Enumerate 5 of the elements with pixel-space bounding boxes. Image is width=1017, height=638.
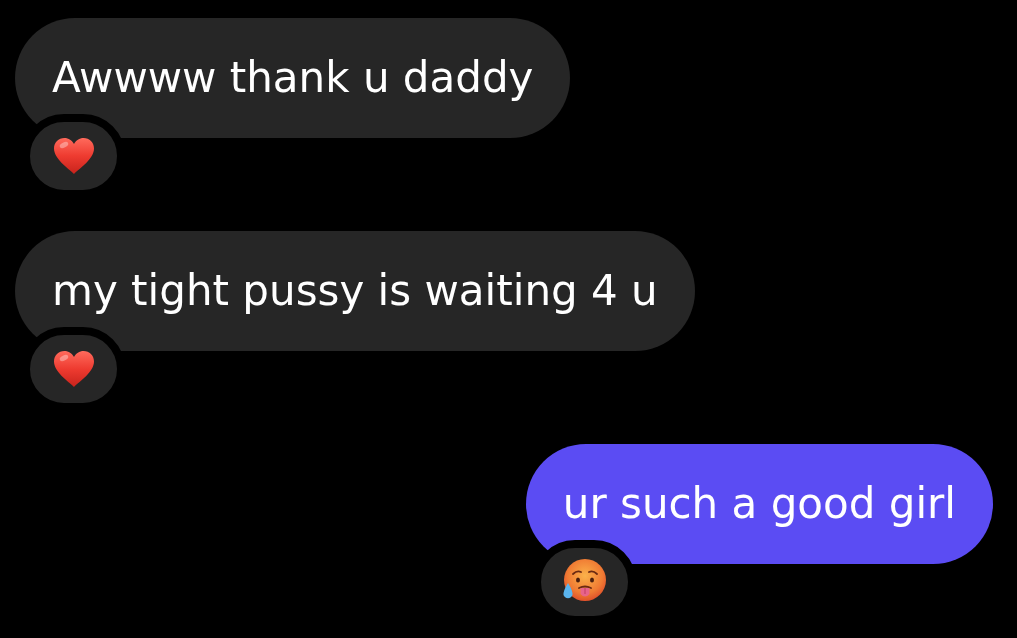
message-bubble: Awwww thank u daddy	[15, 18, 571, 138]
heart-icon	[53, 351, 94, 387]
heart-icon	[53, 138, 94, 174]
message-bubble: ur such a good girl	[525, 444, 993, 564]
message-bubble: my tight pussy is waiting 4 u	[15, 231, 695, 351]
